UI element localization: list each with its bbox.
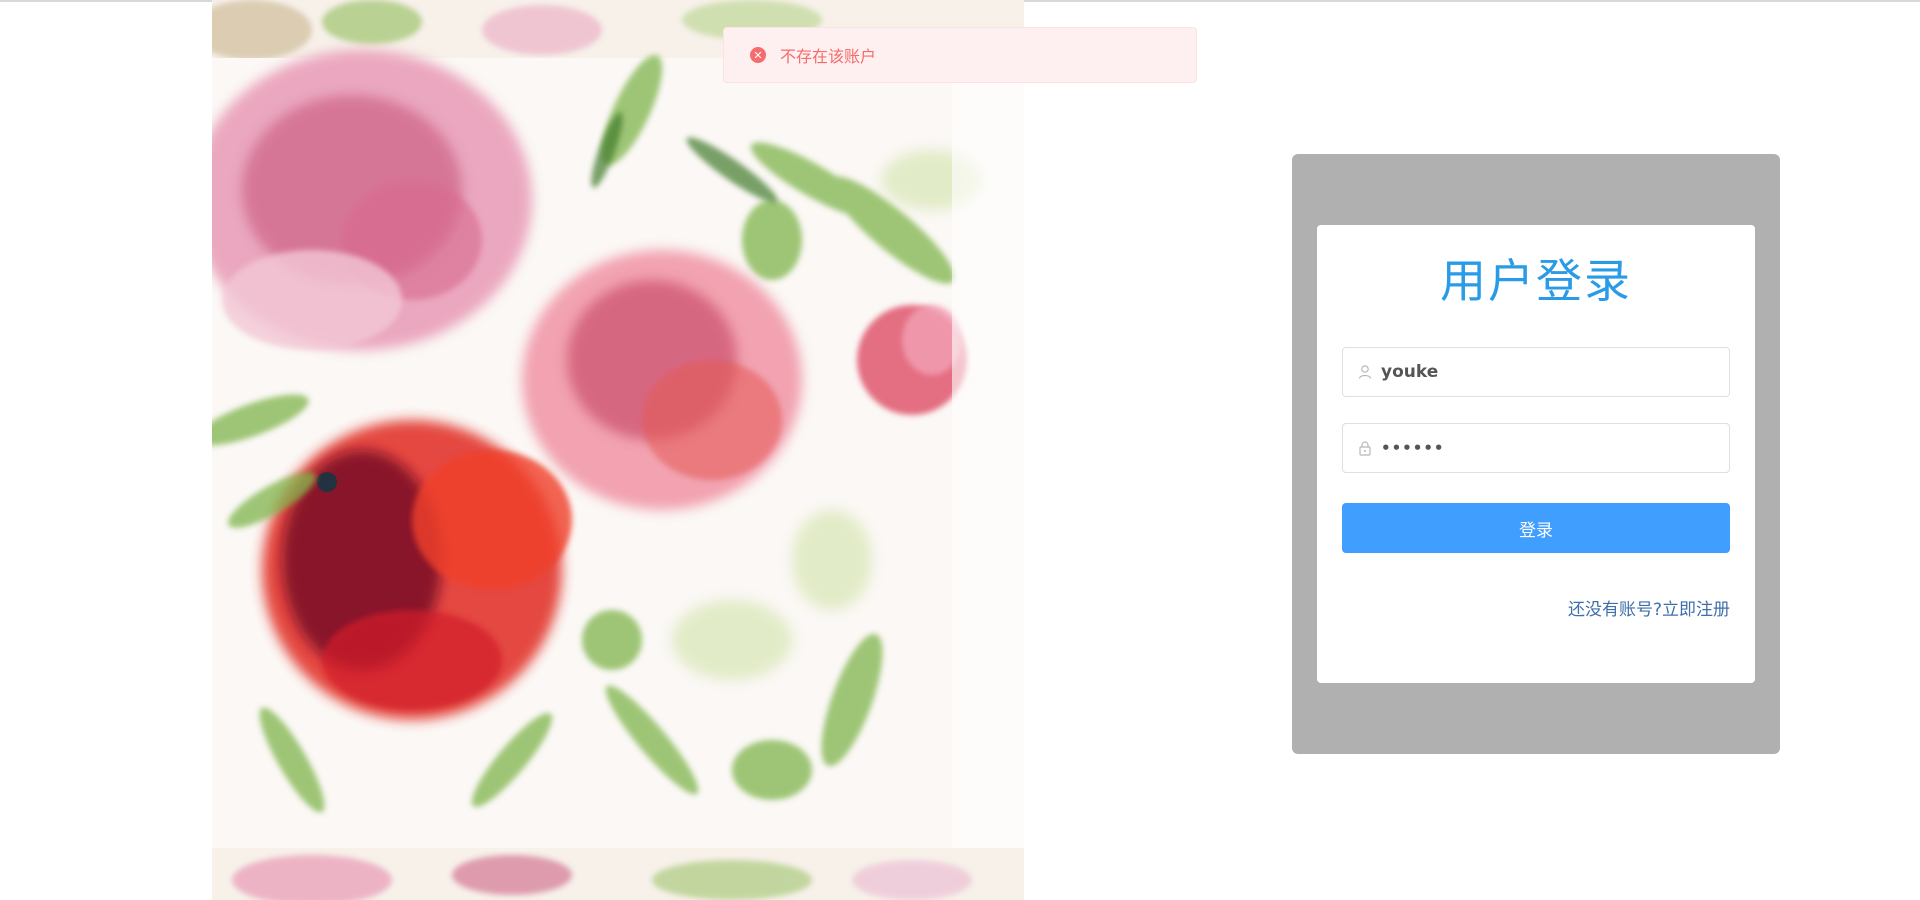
password-value[interactable]: ••••••	[1381, 439, 1445, 457]
lock-icon	[1359, 441, 1371, 456]
username-value[interactable]: youke	[1381, 362, 1438, 382]
login-page: ✕ 不存在该账户 用户登录 youke •••••• 登录 还没有账号?立即注册	[0, 0, 1920, 900]
toast-message: 不存在该账户	[780, 47, 877, 66]
error-icon: ✕	[750, 47, 766, 63]
register-line: 还没有账号?立即注册	[1568, 595, 1730, 620]
username-field[interactable]: youke	[1342, 347, 1730, 397]
login-title: 用户登录	[1440, 254, 1632, 308]
error-message-toast: ✕ 不存在该账户	[723, 27, 1197, 83]
floral-background-image	[212, 0, 1024, 900]
register-prompt: 还没有账号?	[1567, 600, 1662, 620]
login-button[interactable]: 登录	[1342, 503, 1730, 553]
register-link[interactable]: 立即注册	[1662, 600, 1730, 620]
login-panel: 用户登录 youke •••••• 登录 还没有账号?立即注册	[1292, 154, 1780, 754]
password-field[interactable]: ••••••	[1342, 423, 1730, 473]
login-form: 用户登录 youke •••••• 登录 还没有账号?立即注册	[1317, 225, 1755, 683]
user-icon	[1358, 365, 1372, 379]
